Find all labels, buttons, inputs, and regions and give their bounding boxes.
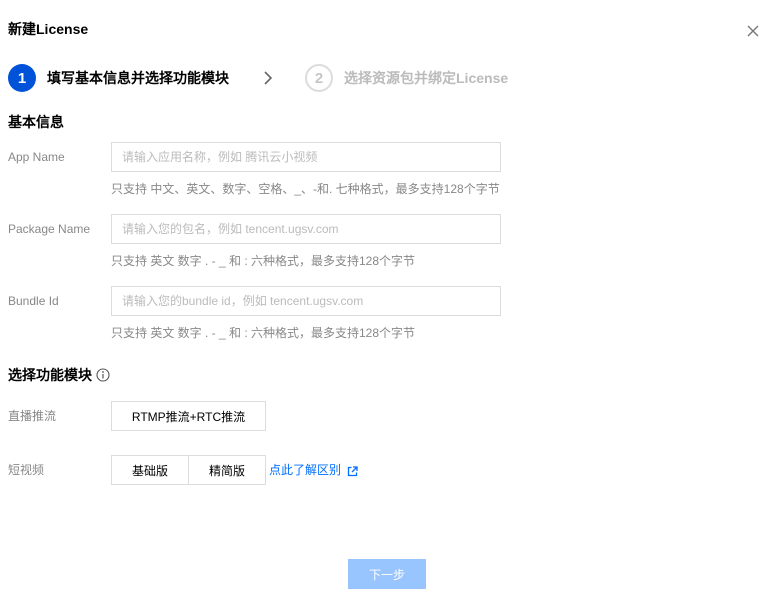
step-1-label: 填写基本信息并选择功能模块 — [47, 70, 229, 86]
bundle-id-label: Bundle Id — [8, 294, 59, 308]
short-video-label: 短视频 — [8, 463, 45, 477]
live-options: RTMP推流+RTC推流 — [111, 401, 266, 431]
package-name-input[interactable] — [111, 214, 501, 244]
app-name-label: App Name — [8, 150, 65, 164]
chevron-right-icon — [262, 70, 274, 86]
learn-difference-link[interactable]: 点此了解区别 — [269, 462, 358, 478]
basic-info-title: 基本信息 — [8, 113, 64, 131]
live-label: 直播推流 — [8, 409, 57, 423]
learn-difference-link-text: 点此了解区别 — [269, 463, 342, 477]
bundle-id-hint: 只支持 英文 数字 . - _ 和 : 六种格式，最多支持128个字节 — [111, 326, 416, 340]
modules-title-text: 选择功能模块 — [8, 367, 92, 383]
step-2-number: 2 — [305, 64, 333, 92]
app-name-hint: 只支持 中文、英文、数字、空格、_、-和. 七种格式，最多支持128个字节 — [111, 182, 500, 196]
stepper: 1 填写基本信息并选择功能模块 2 选择资源包并绑定License — [8, 64, 508, 92]
package-name-label: Package Name — [8, 222, 91, 236]
step-1-number: 1 — [8, 64, 36, 92]
live-option-rtmp-rtc[interactable]: RTMP推流+RTC推流 — [111, 401, 266, 431]
short-video-option-basic[interactable]: 基础版 — [111, 455, 189, 485]
info-icon[interactable] — [96, 368, 110, 382]
bundle-id-input[interactable] — [111, 286, 501, 316]
package-name-hint: 只支持 英文 数字 . - _ 和 : 六种格式，最多支持128个字节 — [111, 254, 416, 268]
modules-title: 选择功能模块 — [8, 366, 110, 384]
dialog-title: 新建License — [8, 21, 89, 37]
short-video-options: 基础版 精简版 — [111, 455, 266, 485]
next-button[interactable]: 下一步 — [348, 559, 426, 589]
close-icon[interactable] — [745, 23, 761, 39]
external-link-icon — [347, 465, 358, 476]
short-video-option-lite[interactable]: 精简版 — [189, 455, 266, 485]
basic-info-title-text: 基本信息 — [8, 114, 64, 130]
step-2-label: 选择资源包并绑定License — [344, 70, 509, 86]
app-name-input[interactable] — [111, 142, 501, 172]
